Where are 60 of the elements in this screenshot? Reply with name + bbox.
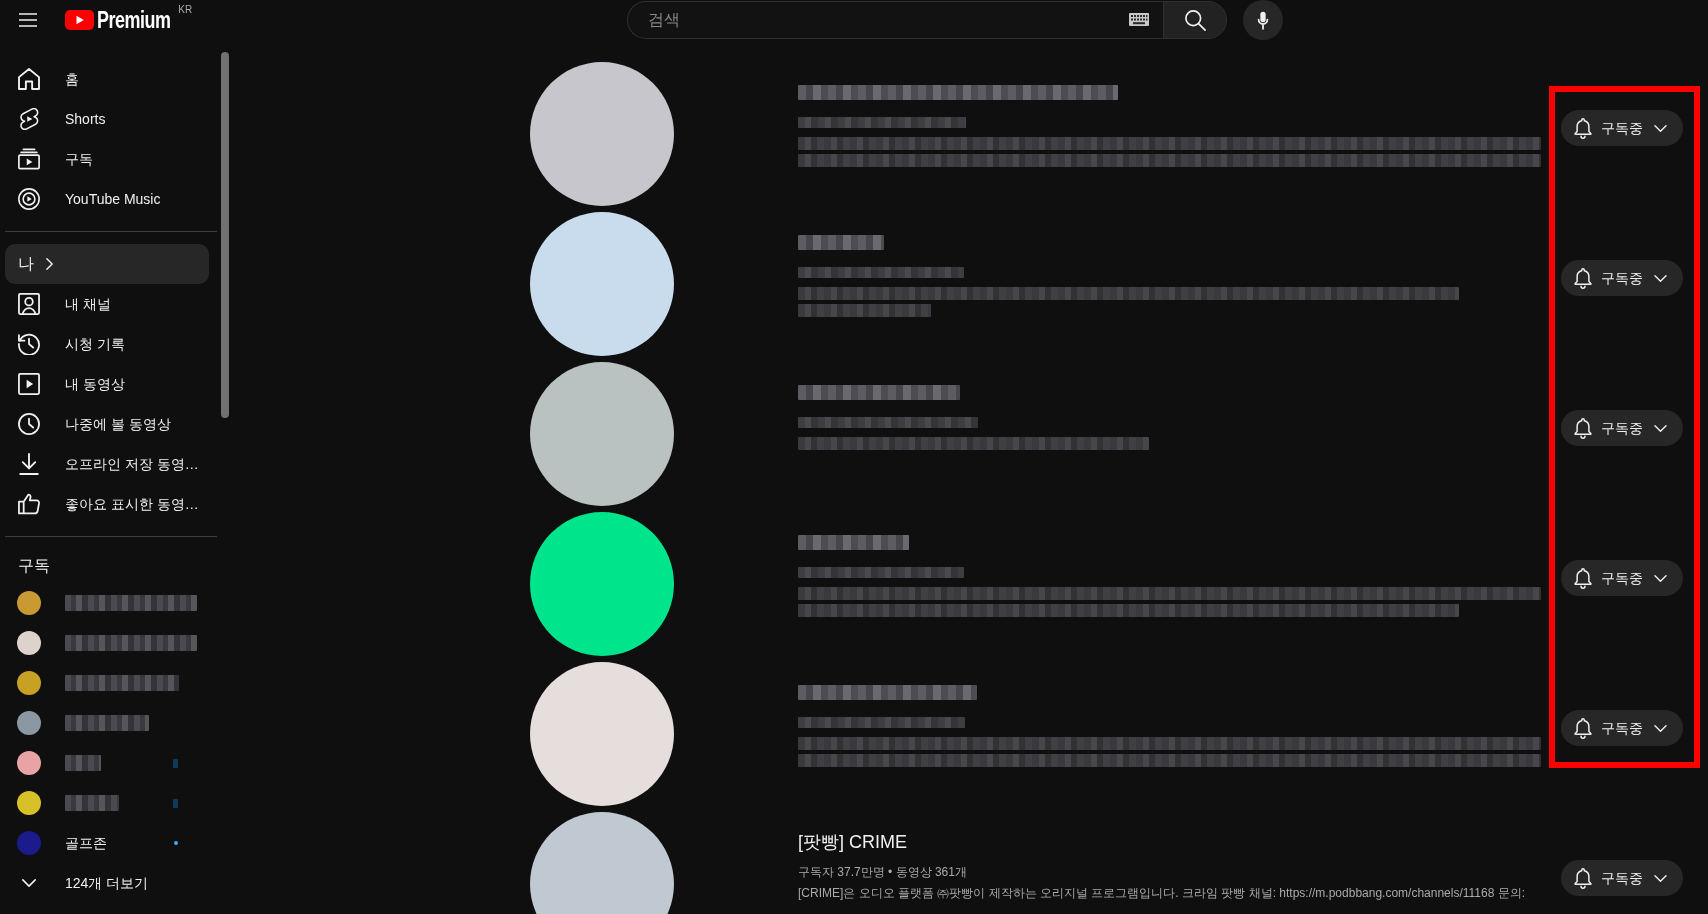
chevron-down-icon [22, 879, 36, 887]
search-button[interactable] [1163, 1, 1227, 39]
subscribed-button[interactable]: 구독중 [1561, 560, 1683, 596]
caret-icon [1654, 574, 1667, 582]
caret-icon [1654, 424, 1667, 432]
history-icon [18, 333, 40, 355]
channel-title-link[interactable]: [팟빵] CRIME [798, 829, 907, 855]
subscribed-button[interactable]: 구독중 [1561, 710, 1683, 746]
show-more-link[interactable]: 124개 더보기 [5, 863, 209, 903]
person-icon [18, 293, 40, 315]
search-field[interactable]: 검색 [627, 1, 1163, 39]
search-icon [1184, 9, 1206, 31]
pixelated-channel-name [65, 755, 101, 771]
logo-text[interactable]: Premium [97, 8, 171, 32]
caret-icon [1654, 874, 1667, 882]
home-icon [18, 68, 40, 90]
chevron-right-icon [46, 258, 53, 270]
bell-icon [1574, 567, 1592, 589]
subscribed-button[interactable]: 구독중 [1561, 410, 1683, 446]
caret-icon [1654, 724, 1667, 732]
caret-icon [1654, 274, 1667, 282]
sidebar-item[interactable]: 홈 [5, 59, 209, 99]
sidebar-item[interactable]: 좋아요 표시한 동영… [5, 484, 209, 524]
subscribed-button[interactable]: 구독중 [1561, 860, 1683, 896]
channel-stats: 구독자 37.7만명 • 동영상 361개 [798, 864, 968, 881]
sidebar-item[interactable]: Shorts [5, 99, 209, 139]
sidebar-item[interactable]: 오프라인 저장 동영… [5, 444, 209, 484]
subscription-item[interactable]: 골프존 [5, 823, 209, 863]
shorts-icon [18, 108, 40, 130]
bell-icon [1574, 267, 1592, 289]
sidebar-item[interactable]: 시청 기록 [5, 324, 209, 364]
thumbs-up-icon [18, 493, 40, 515]
sidebar-item[interactable]: 내 채널 [5, 284, 209, 324]
menu-icon [19, 13, 37, 27]
bell-icon [1574, 867, 1592, 889]
download-icon [18, 453, 40, 475]
caret-icon [1654, 124, 1667, 132]
you-section-link[interactable]: 나 [5, 244, 209, 284]
play-square-icon [18, 373, 40, 395]
bell-icon [1574, 717, 1592, 739]
voice-search-button[interactable] [1243, 0, 1283, 40]
section-heading: 구독 [17, 556, 51, 576]
play-logo-icon[interactable] [65, 10, 94, 30]
bell-icon [1574, 117, 1592, 139]
sidebar-item[interactable]: 내 동영상 [5, 364, 209, 404]
sidebar-item[interactable]: 구독 [5, 139, 209, 179]
subscribed-button[interactable]: 구독중 [1561, 110, 1683, 146]
subscriptions-icon [18, 148, 40, 170]
pixelated-channel-name [65, 795, 119, 811]
play-circle-icon [18, 188, 40, 210]
channel-description: [CRIME]은 오디오 플랫폼 ㈜팟빵이 제작하는 오리지널 프로그램입니다. 크라임 팟빵 채널: https://m.podbbang.com/channels/11168 문의: [798, 885, 1527, 902]
microphone-icon [1257, 10, 1269, 30]
subscribed-button[interactable]: 구독중 [1561, 260, 1683, 296]
scrollbar-thumb[interactable] [221, 52, 229, 418]
country-code: KR [178, 4, 193, 16]
bell-icon [1574, 417, 1592, 439]
sidebar-item[interactable]: YouTube Music [5, 179, 209, 219]
keyboard-icon[interactable] [1129, 13, 1149, 26]
clock-icon [18, 413, 40, 435]
sidebar-item[interactable]: 나중에 볼 동영상 [5, 404, 209, 444]
